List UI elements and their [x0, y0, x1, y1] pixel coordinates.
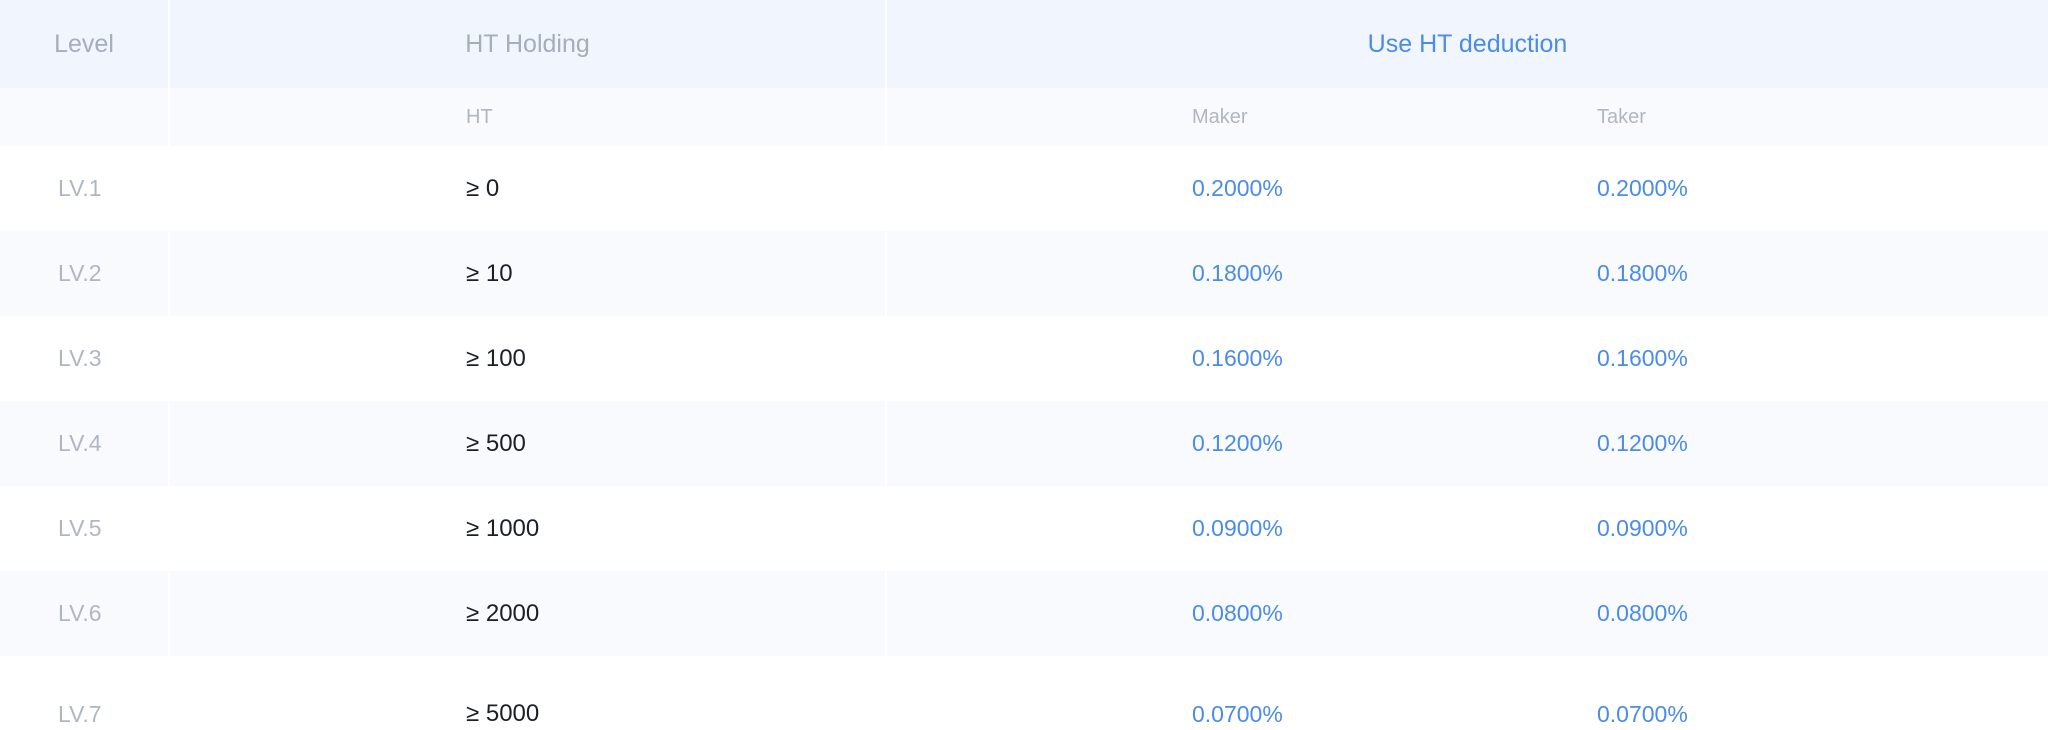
subheader-holding: HT	[170, 88, 885, 146]
maker-rate-cell: 0.1200%	[1192, 430, 1283, 456]
maker-rate-cell: 0.0900%	[1192, 515, 1283, 541]
holding-cell: ≥ 10	[466, 259, 513, 287]
table-row: LV.1 ≥ 0 0.2000% 0.2000%	[0, 146, 2048, 231]
subheader-taker-label: Taker	[1597, 105, 1646, 128]
level-cell: LV.3	[58, 345, 102, 371]
level-cell: LV.4	[58, 430, 102, 456]
holding-cell: ≥ 2000	[466, 599, 540, 627]
table-row: LV.2 ≥ 10 0.1800% 0.1800%	[0, 231, 2048, 316]
maker-rate-cell: 0.1800%	[1192, 260, 1283, 286]
header-holding: HT Holding	[170, 0, 885, 88]
holding-cell: ≥ 5000	[466, 700, 540, 727]
fee-level-table: Level HT Holding Use HT deduction HT Mak…	[0, 0, 2048, 730]
taker-rate-cell: 0.0800%	[1597, 600, 1688, 626]
holding-cell: ≥ 500	[466, 429, 526, 457]
level-cell: LV.7	[58, 701, 102, 727]
header-level: Level	[0, 0, 168, 88]
table-row: LV.7 ≥ 5000 0.0700% 0.0700%	[0, 656, 2048, 730]
holding-cell: ≥ 1000	[466, 514, 540, 542]
maker-rate-cell: 0.0800%	[1192, 600, 1283, 626]
table-subheader-row: HT Maker Taker	[0, 88, 2048, 146]
header-level-label: Level	[54, 29, 114, 58]
subheader-level	[0, 88, 168, 146]
subheader-maker-label: Maker	[1192, 105, 1248, 128]
level-cell: LV.5	[58, 515, 102, 541]
maker-rate-cell: 0.1600%	[1192, 345, 1283, 371]
taker-rate-cell: 0.0900%	[1597, 515, 1688, 541]
header-holding-label: HT Holding	[465, 29, 590, 58]
maker-rate-cell: 0.0700%	[1192, 701, 1283, 727]
taker-rate-cell: 0.1600%	[1597, 345, 1688, 371]
table-row: LV.5 ≥ 1000 0.0900% 0.0900%	[0, 486, 2048, 571]
level-cell: LV.1	[58, 175, 102, 201]
table-header-row: Level HT Holding Use HT deduction	[0, 0, 2048, 88]
taker-rate-cell: 0.2000%	[1597, 175, 1688, 201]
taker-rate-cell: 0.0700%	[1597, 701, 1688, 727]
table-row: LV.4 ≥ 500 0.1200% 0.1200%	[0, 401, 2048, 486]
holding-cell: ≥ 0	[466, 174, 500, 202]
header-deduction: Use HT deduction	[887, 0, 2048, 88]
table-row: LV.3 ≥ 100 0.1600% 0.1600%	[0, 316, 2048, 401]
level-cell: LV.6	[58, 600, 102, 626]
subheader-taker: Taker	[1292, 88, 2048, 146]
header-deduction-label: Use HT deduction	[1367, 29, 1568, 58]
subheader-unit-label: HT	[466, 105, 493, 128]
taker-rate-cell: 0.1800%	[1597, 260, 1688, 286]
subheader-maker: Maker	[887, 88, 1292, 146]
table-row: LV.6 ≥ 2000 0.0800% 0.0800%	[0, 571, 2048, 656]
holding-cell: ≥ 100	[466, 344, 526, 372]
taker-rate-cell: 0.1200%	[1597, 430, 1688, 456]
level-cell: LV.2	[58, 260, 102, 286]
maker-rate-cell: 0.2000%	[1192, 175, 1283, 201]
